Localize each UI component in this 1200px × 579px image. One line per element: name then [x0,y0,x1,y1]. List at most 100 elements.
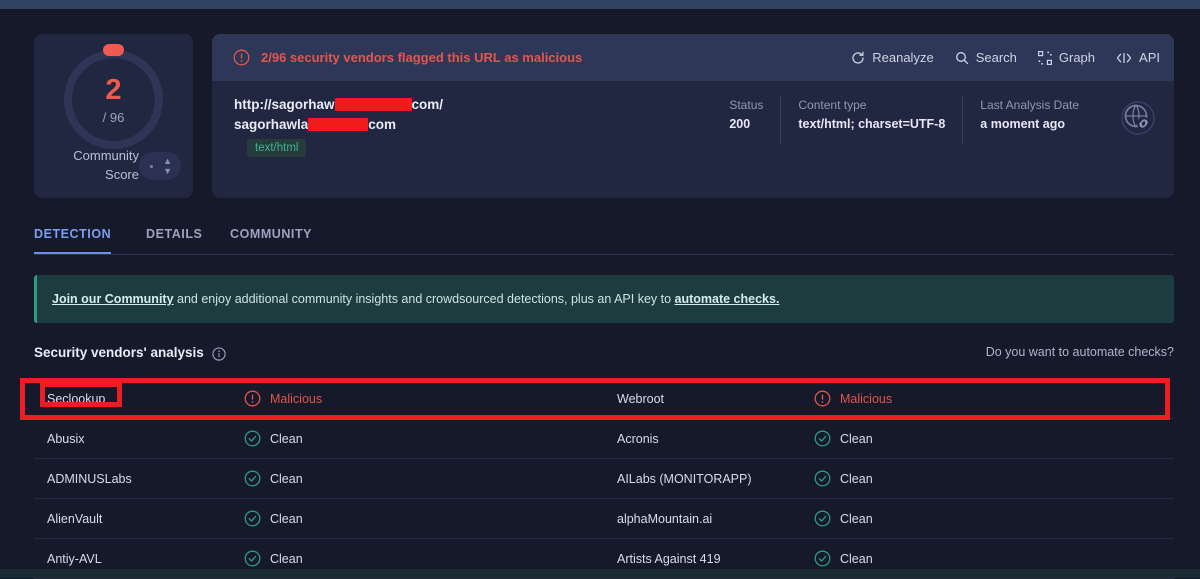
domain-suffix: com [368,117,397,132]
join-community-link[interactable]: Join our Community [52,292,174,306]
meta-status-label: Status [729,98,764,112]
vendor-name: Acronis [617,431,659,446]
vendor-verdict-label: Clean [270,511,303,526]
check-circle-icon [814,510,831,527]
check-circle-icon [244,550,261,567]
search-button[interactable]: Search [955,50,1017,65]
info-circle-icon[interactable] [212,347,226,361]
browser-top-strip [0,0,1200,9]
vendor-cell: Seclookup Malicious [34,379,604,418]
vendor-verdict: Clean [244,510,303,527]
exclamation-circle-icon [244,390,261,407]
community-score-label-line2: Score [105,167,139,182]
exclamation-circle-icon [814,390,831,407]
vendor-name: alphaMountain.ai [617,511,713,526]
url-full[interactable]: http://sagorhaw com/ [234,95,443,115]
vendor-cell: AILabs (MONITORAPP) Clean [604,459,1174,498]
meta-content-type: Content type text/html; charset=UTF-8 [780,96,962,144]
vendor-verdict: Clean [814,550,873,567]
vendor-verdict: Clean [244,550,303,567]
url-suffix: com/ [411,97,444,112]
vendors-section-title: Security vendors' analysis [34,345,204,360]
check-circle-icon [244,510,261,527]
vendors-section-header: Security vendors' analysis Do you want t… [34,345,1174,371]
vendor-verdict: Clean [244,430,303,447]
table-row: Abusix Clean Acronis Clean [34,419,1174,459]
tab-detection[interactable]: DETECTION [34,215,112,254]
security-vendors-table: Seclookup Malicious Webroot Malicious Ab… [34,379,1174,579]
url-domain[interactable]: sagorhawla com [234,115,443,135]
vendor-name: Webroot [617,391,665,406]
automate-checks-link[interactable]: automate checks. [675,292,780,306]
url-info-card: 2/96 security vendors flagged this URL a… [212,34,1174,198]
graph-button[interactable]: Graph [1037,50,1096,65]
graph-label: Graph [1058,50,1096,65]
vendor-verdict: Malicious [814,390,892,407]
check-circle-icon [244,470,261,487]
exclamation-circle-icon [233,49,250,66]
domain-prefix: sagorhawla [234,117,309,132]
vendor-name: Artists Against 419 [617,551,721,566]
vendor-verdict-label: Malicious [840,391,893,406]
vendor-cell: AlienVault Clean [34,499,604,538]
meta-last-analysis: Last Analysis Date a moment ago [962,96,1096,144]
report-summary-row: 2 / 96 Community Score ▲ ▼ 2/96 security… [34,34,1174,198]
vendor-verdict-label: Clean [840,431,873,446]
vendor-name: AILabs (MONITORAPP) [617,471,752,486]
detection-alert-text: 2/96 security vendors flagged this URL a… [261,50,583,65]
vendor-verdict-label: Clean [840,471,873,486]
vendor-cell: Webroot Malicious [604,379,1174,418]
vendor-cell: ADMINUSLabs Clean [34,459,604,498]
report-toolbar: Reanalyze Search Graph API [851,34,1160,81]
banner-mid-text: and enjoy additional community insights … [173,292,675,306]
meta-status: Status 200 [712,96,780,144]
meta-status-value: 200 [729,117,751,131]
vote-control[interactable]: ▲ ▼ [139,152,181,180]
reanalyze-button[interactable]: Reanalyze [851,50,934,65]
url-block: http://sagorhaw com/ sagorhawla com text/h… [234,95,443,157]
meta-content-type-value: text/html; charset=UTF-8 [798,117,946,131]
vendor-verdict-label: Malicious [270,391,323,406]
refresh-icon [851,51,865,65]
community-score-card: 2 / 96 Community Score ▲ ▼ [34,34,193,198]
vendor-verdict: Clean [814,430,873,447]
community-banner-text: Join our Community and enjoy additional … [52,292,779,306]
search-icon [955,51,969,65]
check-circle-icon [814,470,831,487]
api-label: API [1139,50,1160,65]
detection-alert-bar: 2/96 security vendors flagged this URL a… [212,34,1174,81]
url-metadata: Status 200 Content type text/html; chars… [712,96,1096,144]
vendor-verdict: Clean [244,470,303,487]
table-row: AlienVault Clean alphaMountain.ai Clean [34,499,1174,539]
caret-up-icon[interactable]: ▲ [163,156,172,166]
detection-total: / 96 [102,110,125,125]
report-tabs: DETECTION DETAILS COMMUNITY [34,215,1174,255]
vendor-cell: alphaMountain.ai Clean [604,499,1174,538]
check-circle-icon [814,550,831,567]
tab-community[interactable]: COMMUNITY [230,215,312,254]
vote-dot-icon [150,165,153,168]
vote-arrows[interactable]: ▲ ▼ [163,156,172,176]
meta-content-type-label: Content type [798,98,867,112]
api-button[interactable]: API [1116,50,1160,65]
vendor-name: Antiy-AVL [47,551,102,566]
meta-last-analysis-label: Last Analysis Date [980,98,1079,112]
meta-last-analysis-value: a moment ago [980,117,1066,131]
content-type-tag[interactable]: text/html [247,139,307,157]
automate-checks-question[interactable]: Do you want to automate checks? [986,345,1174,359]
table-row: Seclookup Malicious Webroot Malicious [34,379,1174,419]
table-row: ADMINUSLabs Clean AILabs (MONITORAPP) Cl… [34,459,1174,499]
page-bottom-edge [0,569,1200,578]
caret-down-icon[interactable]: ▼ [163,166,172,176]
vendor-name: ADMINUSLabs [47,471,132,486]
url-redaction-2 [308,118,369,131]
community-score-label: Community Score [44,146,139,184]
detection-donut: 2 / 96 [64,44,163,149]
vendor-verdict-label: Clean [840,511,873,526]
tab-details[interactable]: DETAILS [146,215,202,254]
community-banner: Join our Community and enjoy additional … [34,275,1174,323]
virustotal-url-report-page: 2 / 96 Community Score ▲ ▼ 2/96 security… [0,9,1200,579]
vendor-name: Seclookup [47,391,106,406]
vendor-name: Abusix [47,431,85,446]
api-icon [1116,51,1132,65]
